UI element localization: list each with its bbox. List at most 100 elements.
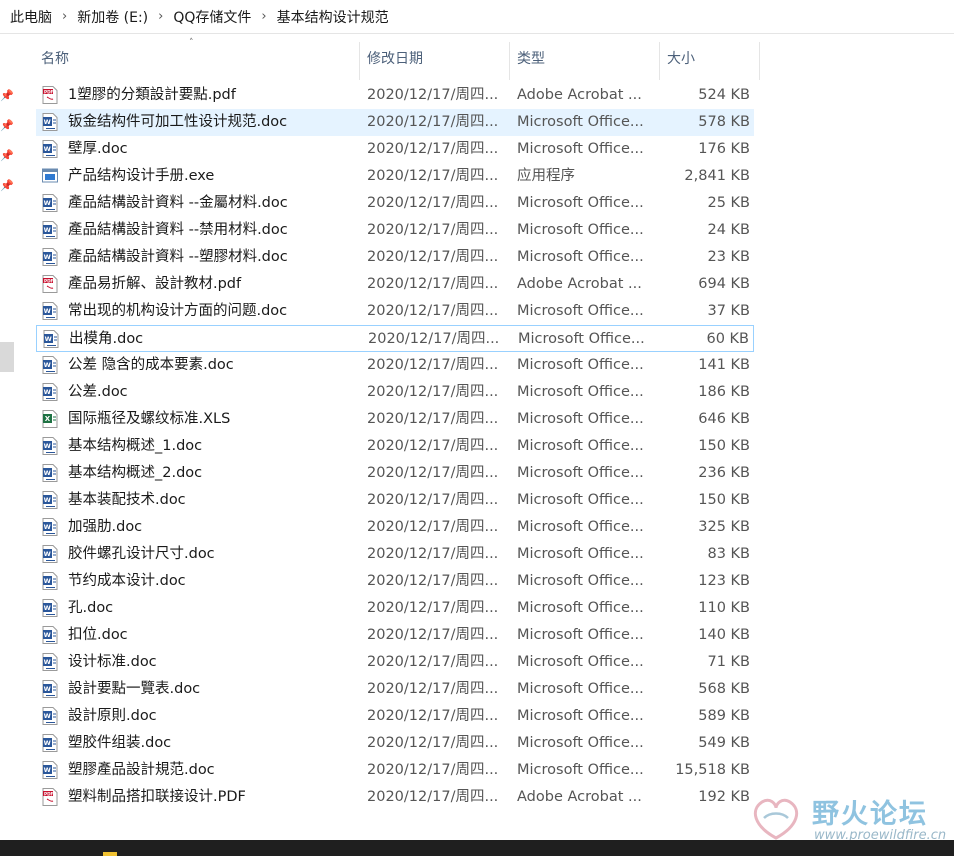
file-row[interactable]: W 壁厚.doc 2020/12/17/周四... Microsoft Office.… <box>36 136 754 163</box>
file-type: 应用程序 <box>517 168 575 184</box>
file-name: 公差 隐含的成本要素.doc <box>68 357 234 373</box>
word-file-icon: W <box>42 437 60 456</box>
breadcrumb: 此电脑 › 新加卷 (E:) › QQ存储文件 › 基本结构设计规范 <box>0 0 954 34</box>
file-date: 2020/12/17/周四... <box>367 222 499 238</box>
file-row[interactable]: W 设计标准.doc 2020/12/17/周四... Microsoft Offic… <box>36 649 754 676</box>
file-date: 2020/12/17/周四... <box>367 303 499 319</box>
svg-text:W: W <box>45 335 52 343</box>
file-row[interactable]: W 公差 隐含的成本要素.doc 2020/12/17/周四... Microsoft… <box>36 352 754 379</box>
file-size: 15,518 KB <box>675 762 750 778</box>
file-row[interactable]: W 設計原則.doc 2020/12/17/周四... Microsoft Offic… <box>36 703 754 730</box>
file-date: 2020/12/17/周四... <box>367 573 499 589</box>
column-header-date[interactable]: 修改日期 <box>367 48 423 68</box>
file-row[interactable]: W 胶件螺孔设计尺寸.doc 2020/12/17/周四... Microsoft O… <box>36 541 754 568</box>
file-row[interactable]: W 基本装配技术.doc 2020/12/17/周四... Microsoft Off… <box>36 487 754 514</box>
column-divider[interactable] <box>659 42 660 80</box>
breadcrumb-item[interactable]: 基本结构设计规范 <box>273 7 393 27</box>
file-size: 37 KB <box>707 303 750 319</box>
file-size: 23 KB <box>707 249 750 265</box>
file-row[interactable]: W 基本结构概述_2.doc 2020/12/17/周四... Microsoft O… <box>36 460 754 487</box>
file-row[interactable]: W 塑膠產品設計規范.doc 2020/12/17/周四... Microsoft O… <box>36 757 754 784</box>
file-row[interactable]: PDF 產品易折解、設計教材.pdf 2020/12/17/周四... Adobe A… <box>36 271 754 298</box>
svg-text:W: W <box>44 712 51 720</box>
file-type: Microsoft Office... <box>517 492 644 508</box>
file-type: Microsoft Office... <box>517 411 644 427</box>
file-row[interactable]: W 扣位.doc 2020/12/17/周四... Microsoft Office.… <box>36 622 754 649</box>
file-row[interactable]: W 產品結構設計資料 --禁用材料.doc 2020/12/17/周四... Micr… <box>36 217 754 244</box>
word-file-icon: W <box>42 626 60 645</box>
word-file-icon: W <box>42 518 60 537</box>
svg-text:W: W <box>44 469 51 477</box>
chevron-right-icon[interactable]: › <box>152 9 169 24</box>
file-type: Microsoft Office... <box>517 303 644 319</box>
file-row[interactable]: W 钣金结构件可加工性设计规范.doc 2020/12/17/周四... Micros… <box>36 109 754 136</box>
file-row[interactable]: PDF 1塑膠的分類設計要點.pdf 2020/12/17/周四... Adobe A… <box>36 82 754 109</box>
file-name: 壁厚.doc <box>68 141 128 157</box>
file-row[interactable]: W 產品結構設計資料 --金屬材料.doc 2020/12/17/周四... Micr… <box>36 190 754 217</box>
file-name: 產品結構設計資料 --塑膠材料.doc <box>68 249 288 265</box>
word-file-icon: W <box>42 653 60 672</box>
svg-text:W: W <box>44 658 51 666</box>
pin-icon[interactable]: 📌 <box>0 180 14 192</box>
excel-file-icon: X <box>42 410 60 429</box>
svg-text:W: W <box>44 253 51 261</box>
file-type: Adobe Acrobat ... <box>517 87 642 103</box>
svg-text:PDF: PDF <box>44 791 54 796</box>
file-row[interactable]: W 孔.doc 2020/12/17/周四... Microsoft Office..… <box>36 595 754 622</box>
file-row[interactable]: W 基本结构概述_1.doc 2020/12/17/周四... Microsoft O… <box>36 433 754 460</box>
file-name: 设计标准.doc <box>68 654 157 670</box>
breadcrumb-item[interactable]: QQ存储文件 <box>169 7 255 27</box>
file-row[interactable]: W 加强肋.doc 2020/12/17/周四... Microsoft Office… <box>36 514 754 541</box>
folder-icon[interactable] <box>103 852 117 856</box>
file-type: Microsoft Office... <box>517 654 644 670</box>
pin-icon[interactable]: 📌 <box>0 90 14 102</box>
file-row[interactable]: W 公差.doc 2020/12/17/周四... Microsoft Office.… <box>36 379 754 406</box>
column-divider[interactable] <box>509 42 510 80</box>
file-row[interactable]: PDF 塑料制品搭扣联接设计.PDF 2020/12/17/周四... Adobe A… <box>36 784 754 811</box>
chevron-right-icon[interactable]: › <box>255 9 272 24</box>
file-row[interactable]: 产品结构设计手册.exe 2020/12/17/周四... 应用程序 2,841 KB <box>36 163 754 190</box>
file-size: 83 KB <box>707 546 750 562</box>
file-name: 設計要點一覽表.doc <box>68 681 201 697</box>
svg-text:W: W <box>44 685 51 693</box>
navigation-selected-item[interactable] <box>0 342 14 372</box>
file-date: 2020/12/17/周四... <box>367 492 499 508</box>
file-date: 2020/12/17/周四... <box>367 276 499 292</box>
pin-icon[interactable]: 📌 <box>0 120 14 132</box>
file-date: 2020/12/17/周四... <box>367 114 499 130</box>
breadcrumb-item[interactable]: 此电脑 <box>6 7 56 27</box>
file-type: Adobe Acrobat ... <box>517 789 642 805</box>
file-row[interactable]: X 国际瓶径及螺纹标准.XLS 2020/12/17/周四... Microsoft … <box>36 406 754 433</box>
column-divider[interactable] <box>359 42 360 80</box>
file-row[interactable]: W 塑胶件组装.doc 2020/12/17/周四... Microsoft Offi… <box>36 730 754 757</box>
file-name: 產品易折解、設計教材.pdf <box>68 276 242 292</box>
file-size: 140 KB <box>698 627 750 643</box>
file-type: Microsoft Office... <box>517 627 644 643</box>
file-date: 2020/12/17/周四... <box>367 168 499 184</box>
file-date: 2020/12/17/周四... <box>367 465 499 481</box>
file-row[interactable]: W 常出现的机构设计方面的问题.doc 2020/12/17/周四... Micros… <box>36 298 754 325</box>
file-row[interactable]: W 設計要點一覽表.doc 2020/12/17/周四... Microsoft Of… <box>36 676 754 703</box>
breadcrumb-item[interactable]: 新加卷 (E:) <box>73 7 152 27</box>
file-name: 钣金结构件可加工性设计规范.doc <box>68 114 288 130</box>
file-date: 2020/12/17/周四... <box>367 141 499 157</box>
file-row[interactable]: W 节约成本设计.doc 2020/12/17/周四... Microsoft Off… <box>36 568 754 595</box>
file-type: Microsoft Office... <box>517 141 644 157</box>
file-name: 胶件螺孔设计尺寸.doc <box>68 546 215 562</box>
file-name: 基本结构概述_2.doc <box>68 465 203 481</box>
file-row[interactable]: W 產品結構設計資料 --塑膠材料.doc 2020/12/17/周四... Micr… <box>36 244 754 271</box>
file-row[interactable]: W 出模角.doc 2020/12/17/周四... Microsoft Office… <box>36 325 754 352</box>
navigation-pane-edge: 📌 📌 📌 📌 <box>0 34 16 840</box>
column-divider[interactable] <box>759 42 760 80</box>
svg-text:W: W <box>44 550 51 558</box>
svg-text:X: X <box>45 415 51 423</box>
file-size: 71 KB <box>707 654 750 670</box>
pin-icon[interactable]: 📌 <box>0 150 14 162</box>
column-header-name[interactable]: 名称 <box>41 48 69 68</box>
file-date: 2020/12/17/周四... <box>367 195 499 211</box>
file-date: 2020/12/17/周四... <box>367 546 499 562</box>
column-header-size[interactable]: 大小 <box>667 48 695 68</box>
column-header-type[interactable]: 类型 <box>517 48 545 68</box>
file-name: 基本结构概述_1.doc <box>68 438 203 454</box>
chevron-right-icon[interactable]: › <box>56 9 73 24</box>
